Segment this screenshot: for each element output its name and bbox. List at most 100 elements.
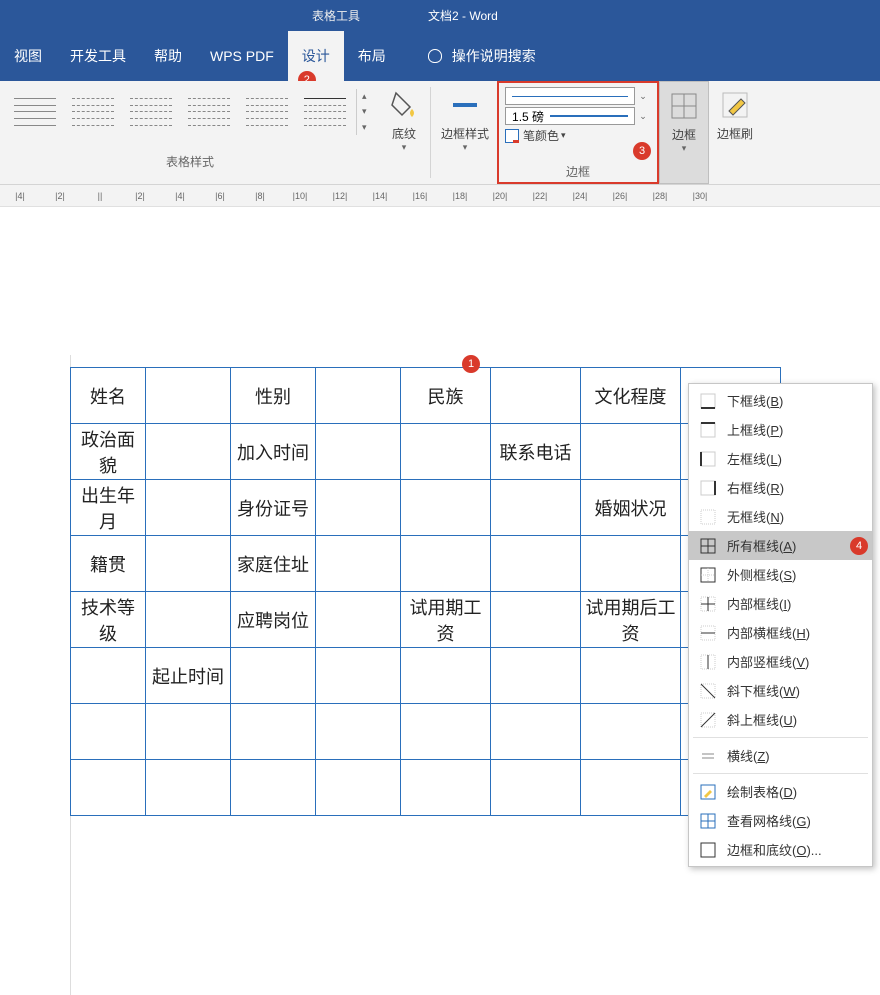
- tab-view[interactable]: 视图: [0, 31, 56, 81]
- annotation-badge-3: 3: [633, 142, 651, 160]
- table-row: [71, 704, 781, 760]
- inside-h-border-icon: [699, 624, 717, 642]
- left-border-icon: [699, 450, 717, 468]
- cell-political-label[interactable]: 政治面貌: [71, 424, 146, 480]
- cell-tech-level-label[interactable]: 技术等级: [71, 592, 146, 648]
- cell-ethnicity-label[interactable]: 民族: [401, 368, 491, 424]
- line-weight-dropdown-arrow[interactable]: ⌄: [635, 111, 651, 122]
- cell-trial-salary-label[interactable]: 试用期工资: [401, 592, 491, 648]
- no-border-icon: [699, 508, 717, 526]
- menu-diag-down-border[interactable]: 斜下框线(W): [689, 676, 872, 705]
- menu-top-border[interactable]: 上框线(P): [689, 415, 872, 444]
- table-style-thumb[interactable]: [66, 89, 120, 135]
- pen-color-button[interactable]: 笔颜色▾: [505, 127, 651, 144]
- table-style-thumb[interactable]: [8, 89, 62, 135]
- tell-me-search[interactable]: 操作说明搜索: [428, 46, 536, 66]
- cell-period-label[interactable]: 起止时间: [146, 648, 231, 704]
- table-style-thumb[interactable]: [298, 89, 352, 135]
- table-row: 出生年月 身份证号 婚姻状况: [71, 480, 781, 536]
- cell-join-date-label[interactable]: 加入时间: [231, 424, 316, 480]
- menu-left-border[interactable]: 左框线(L): [689, 444, 872, 473]
- table-row: 起止时间: [71, 648, 781, 704]
- menu-right-border[interactable]: 右框线(R): [689, 473, 872, 502]
- cell-birth-label[interactable]: 出生年月: [71, 480, 146, 536]
- borders-icon: [668, 90, 700, 122]
- inside-v-border-icon: [699, 653, 717, 671]
- menu-no-border[interactable]: 无框线(N): [689, 502, 872, 531]
- document-area: 1 姓名 性别 民族 文化程度 政治面貌 加入时间 联系电话 出生年月 身份证号…: [0, 207, 880, 804]
- menu-inside-horizontal-border[interactable]: 内部横框线(H): [689, 618, 872, 647]
- menu-all-borders[interactable]: 所有框线(A) 4: [689, 531, 872, 560]
- table-row: 政治面貌 加入时间 联系电话: [71, 424, 781, 480]
- form-table[interactable]: 姓名 性别 民族 文化程度 政治面貌 加入时间 联系电话 出生年月 身份证号 婚…: [70, 367, 781, 816]
- menu-bottom-border[interactable]: 下框线(B): [689, 386, 872, 415]
- borders-button[interactable]: 边框: [659, 81, 709, 184]
- table-style-thumb[interactable]: [124, 89, 178, 135]
- horizontal-line-icon: [699, 747, 717, 765]
- document-title: 文档2 - Word: [428, 7, 498, 24]
- cell-id-label[interactable]: 身份证号: [231, 480, 316, 536]
- tell-me-label: 操作说明搜索: [452, 46, 536, 66]
- group-label-borders: 边框: [499, 163, 657, 180]
- draw-table-icon: [699, 783, 717, 801]
- shading-button[interactable]: 底纹: [380, 81, 428, 184]
- right-border-icon: [699, 479, 717, 497]
- document-page[interactable]: 姓名 性别 民族 文化程度 政治面貌 加入时间 联系电话 出生年月 身份证号 婚…: [70, 367, 781, 816]
- tab-layout[interactable]: 布局: [344, 31, 400, 81]
- border-settings-group: ⌄ 1.5 磅 ⌄ 笔颜色▾ 3 边框: [497, 81, 659, 184]
- cell-contact-label[interactable]: 联系电话: [491, 424, 581, 480]
- shading-icon: [388, 89, 420, 121]
- tab-design-label: 设计: [302, 46, 330, 66]
- tab-wps-pdf[interactable]: WPS PDF: [196, 31, 288, 81]
- borders-shading-icon: [699, 841, 717, 859]
- menu-view-gridlines[interactable]: 查看网格线(G): [689, 806, 872, 835]
- cell-position-label[interactable]: 应聘岗位: [231, 592, 316, 648]
- table-row: 技术等级 应聘岗位 试用期工资 试用期后工资: [71, 592, 781, 648]
- all-borders-icon: [699, 537, 717, 555]
- border-style-icon: [449, 89, 481, 121]
- top-border-icon: [699, 421, 717, 439]
- cell-education-label[interactable]: 文化程度: [581, 368, 681, 424]
- table-style-thumb[interactable]: [182, 89, 236, 135]
- menu-inside-borders[interactable]: 内部框线(I): [689, 589, 872, 618]
- borders-dropdown-menu: 下框线(B) 上框线(P) 左框线(L) 右框线(R) 无框线(N) 所有框线(…: [688, 383, 873, 867]
- tab-design[interactable]: 设计 2: [288, 31, 344, 81]
- menu-diag-up-border[interactable]: 斜上框线(U): [689, 705, 872, 734]
- ribbon: ▴▾▾ 表格样式 底纹 边框样式 ⌄ 1.5 磅 ⌄ 笔颜色▾: [0, 81, 880, 185]
- cell-post-trial-salary-label[interactable]: 试用期后工资: [581, 592, 681, 648]
- gridlines-icon: [699, 812, 717, 830]
- line-style-dropdown-arrow[interactable]: ⌄: [635, 91, 651, 102]
- diag-down-icon: [699, 682, 717, 700]
- border-painter-button[interactable]: 边框刷: [709, 81, 761, 184]
- inside-border-icon: [699, 595, 717, 613]
- bulb-icon: [428, 49, 442, 63]
- menu-outside-borders[interactable]: 外侧框线(S): [689, 560, 872, 589]
- pen-color-icon: [505, 129, 519, 143]
- menu-draw-table[interactable]: 绘制表格(D): [689, 777, 872, 806]
- menu-horizontal-line[interactable]: 横线(Z): [689, 741, 872, 770]
- cell-name-label[interactable]: 姓名: [71, 368, 146, 424]
- cell-origin-label[interactable]: 籍贯: [71, 536, 146, 592]
- annotation-badge-4: 4: [850, 537, 868, 555]
- cell-address-label[interactable]: 家庭住址: [231, 536, 316, 592]
- table-styles-more[interactable]: ▴▾▾: [356, 89, 372, 135]
- border-painter-label: 边框刷: [717, 125, 753, 142]
- table-style-thumb[interactable]: [240, 89, 294, 135]
- shading-label: 底纹: [392, 125, 416, 142]
- border-painter-icon: [719, 89, 751, 121]
- cell-marriage-label[interactable]: 婚姻状况: [581, 480, 681, 536]
- cell-gender-label[interactable]: 性别: [231, 368, 316, 424]
- diag-up-icon: [699, 711, 717, 729]
- tab-dev-tools[interactable]: 开发工具: [56, 31, 140, 81]
- title-bar: 表格工具 文档2 - Word: [0, 0, 880, 31]
- border-style-label: 边框样式: [441, 125, 489, 142]
- horizontal-ruler[interactable]: |4||2||||2||4||6||8||10||12||14||16||18|…: [0, 185, 880, 207]
- table-row: [71, 760, 781, 816]
- border-style-button[interactable]: 边框样式: [433, 81, 497, 184]
- menu-borders-and-shading[interactable]: 边框和底纹(O)...: [689, 835, 872, 864]
- line-style-select[interactable]: [505, 87, 635, 105]
- line-weight-select[interactable]: 1.5 磅: [505, 107, 635, 125]
- borders-label: 边框: [672, 126, 696, 143]
- tab-help[interactable]: 帮助: [140, 31, 196, 81]
- menu-inside-vertical-border[interactable]: 内部竖框线(V): [689, 647, 872, 676]
